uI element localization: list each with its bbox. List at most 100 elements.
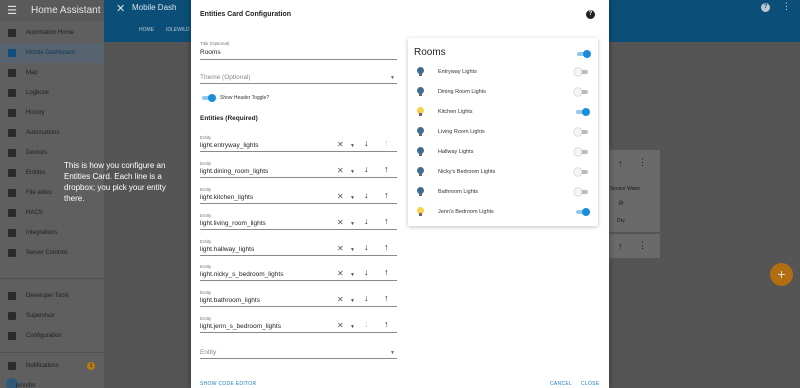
entity-value: light.living_room_lights: [200, 220, 266, 227]
move-down-icon[interactable]: ↓: [364, 190, 369, 200]
close-icon[interactable]: ✕: [116, 2, 125, 15]
more-vert-icon[interactable]: ⋮: [782, 1, 791, 12]
sidebar-item-supervisor[interactable]: Supervisor: [0, 306, 104, 326]
move-up-icon[interactable]: ↑: [384, 267, 389, 277]
entity-row-preview[interactable]: Bathroom Lights: [408, 183, 598, 203]
entity-toggle[interactable]: [574, 128, 590, 136]
dropdown-arrow-icon[interactable]: ▼: [350, 247, 355, 253]
add-card-button[interactable]: +: [770, 263, 793, 286]
move-up-icon: ↑: [384, 138, 389, 148]
clear-icon[interactable]: ✕: [337, 295, 344, 304]
entity-toggle[interactable]: [574, 68, 590, 76]
arrow-up-icon[interactable]: ↑: [618, 241, 623, 251]
entity-name: Entryway Lights: [438, 69, 477, 75]
more-vert-icon[interactable]: ⋮: [638, 157, 647, 168]
toggle-knob: [208, 94, 216, 102]
entity-toggle[interactable]: [574, 88, 590, 96]
entity-toggle[interactable]: [574, 188, 590, 196]
entity-row-preview[interactable]: Living Room Lights: [408, 123, 598, 143]
history-icon: [8, 109, 16, 117]
sidebar-item-automations[interactable]: Automations: [0, 123, 104, 143]
entity-row-preview[interactable]: Jenn's Bedroom Lights: [408, 203, 598, 223]
sidebar-item-developer-tools[interactable]: Developer Tools: [0, 286, 104, 306]
dropdown-arrow-icon[interactable]: ▼: [350, 324, 355, 330]
entity-toggle[interactable]: [574, 168, 590, 176]
sidebar-item-automation-home[interactable]: Automation Home: [0, 23, 104, 43]
dropdown-arrow-icon[interactable]: ▼: [350, 195, 355, 201]
move-down-icon[interactable]: ↓: [364, 216, 369, 226]
tab-idlewild[interactable]: IDLEWILD: [166, 27, 190, 33]
sidebar-item-logbook[interactable]: Logbook: [0, 83, 104, 103]
move-up-icon[interactable]: ↑: [384, 190, 389, 200]
close-button[interactable]: CLOSE: [581, 381, 599, 387]
dropdown-arrow-icon[interactable]: ▼: [350, 169, 355, 175]
entity-label: Entity: [200, 161, 212, 166]
sidebar-item-label: History: [26, 110, 45, 116]
entity-name: Kitchen Lights: [438, 109, 473, 115]
dropdown-arrow-icon[interactable]: ▼: [350, 143, 355, 149]
entity-value: light.nicky_s_bedroom_lights: [200, 271, 284, 278]
clear-icon[interactable]: ✕: [337, 166, 344, 175]
clear-icon[interactable]: ✕: [337, 140, 344, 149]
entity-toggle[interactable]: [574, 108, 590, 116]
entity-value: light.entryway_lights: [200, 142, 259, 149]
entity-row-preview[interactable]: Entryway Lights: [408, 63, 598, 83]
dropdown-arrow-icon[interactable]: ▼: [350, 221, 355, 227]
move-up-icon[interactable]: ↑: [384, 319, 389, 329]
lightbulb-icon: [417, 67, 424, 77]
sidebar-item-history[interactable]: History: [0, 103, 104, 123]
entity-row-preview[interactable]: Nicky's Bedroom Lights: [408, 163, 598, 183]
clear-icon[interactable]: ✕: [337, 244, 344, 253]
move-down-icon[interactable]: ↓: [364, 267, 369, 277]
entity-row-preview[interactable]: Hallway Lights: [408, 143, 598, 163]
theme-placeholder: Theme (Optional): [200, 74, 251, 81]
show-header-toggle[interactable]: [200, 94, 216, 102]
entity-value: light.kitchen_lights: [200, 194, 254, 201]
entity-row-preview[interactable]: Dining Room Lights: [408, 83, 598, 103]
menu-icon[interactable]: ☰: [0, 4, 24, 17]
sidebar-item-configuration[interactable]: Configuration: [0, 326, 104, 346]
theme-select[interactable]: Theme (Optional) ▼: [200, 72, 397, 84]
lightbulb-icon: [417, 87, 424, 97]
sidebar-item-mobile-dashboard[interactable]: Mobile Dashboard: [0, 43, 104, 63]
header-toggle[interactable]: [575, 50, 591, 58]
tab-home[interactable]: HOME: [139, 27, 154, 33]
more-vert-icon[interactable]: ⋮: [638, 240, 647, 251]
help-icon[interactable]: ?: [761, 3, 770, 12]
clear-icon[interactable]: ✕: [337, 218, 344, 227]
sidebar-item-hacs[interactable]: HACS: [0, 203, 104, 223]
entity-name: Jenn's Bedroom Lights: [438, 209, 494, 215]
sidebar-item-label: Entities: [26, 170, 46, 176]
entity-toggle[interactable]: [574, 208, 590, 216]
clear-icon[interactable]: ✕: [337, 269, 344, 278]
move-down-icon[interactable]: ↓: [364, 164, 369, 174]
dropdown-arrow-icon: ▼: [390, 350, 395, 356]
sidebar-item-user[interactable]: jennifer: [0, 376, 104, 388]
sidebar-item-label: File editor: [26, 190, 53, 196]
sensor-name: re Sensor Water: [604, 186, 641, 192]
dropdown-arrow-icon[interactable]: ▼: [350, 298, 355, 304]
sidebar-item-map[interactable]: Map: [0, 63, 104, 83]
sidebar-item-server-controls[interactable]: Server Controls: [0, 243, 104, 263]
move-down-icon[interactable]: ↓: [364, 242, 369, 252]
arrow-up-icon[interactable]: ↑: [618, 158, 623, 168]
move-down-icon[interactable]: ↓: [364, 293, 369, 303]
move-up-icon[interactable]: ↑: [384, 164, 389, 174]
clear-icon[interactable]: ✕: [337, 321, 344, 330]
sidebar-item-label: Automations: [26, 130, 60, 136]
entity-toggle[interactable]: [574, 148, 590, 156]
hammer-icon: [8, 292, 16, 300]
move-up-icon[interactable]: ↑: [384, 242, 389, 252]
move-up-icon[interactable]: ↑: [384, 216, 389, 226]
cancel-button[interactable]: CANCEL: [550, 381, 572, 387]
clear-icon[interactable]: ✕: [337, 192, 344, 201]
help-icon[interactable]: ?: [586, 10, 595, 19]
move-up-icon[interactable]: ↑: [384, 293, 389, 303]
new-entity-picker[interactable]: Entity ▼: [200, 347, 397, 359]
dropdown-arrow-icon[interactable]: ▼: [350, 272, 355, 278]
sidebar-item-integrations[interactable]: Integrations: [0, 223, 104, 243]
entity-row-preview[interactable]: Kitchen Lights: [408, 103, 598, 123]
show-code-editor-button[interactable]: SHOW CODE EDITOR: [200, 381, 256, 387]
title-field[interactable]: Title (Optional) Rooms: [200, 40, 397, 60]
move-down-icon[interactable]: ↓: [364, 138, 369, 148]
